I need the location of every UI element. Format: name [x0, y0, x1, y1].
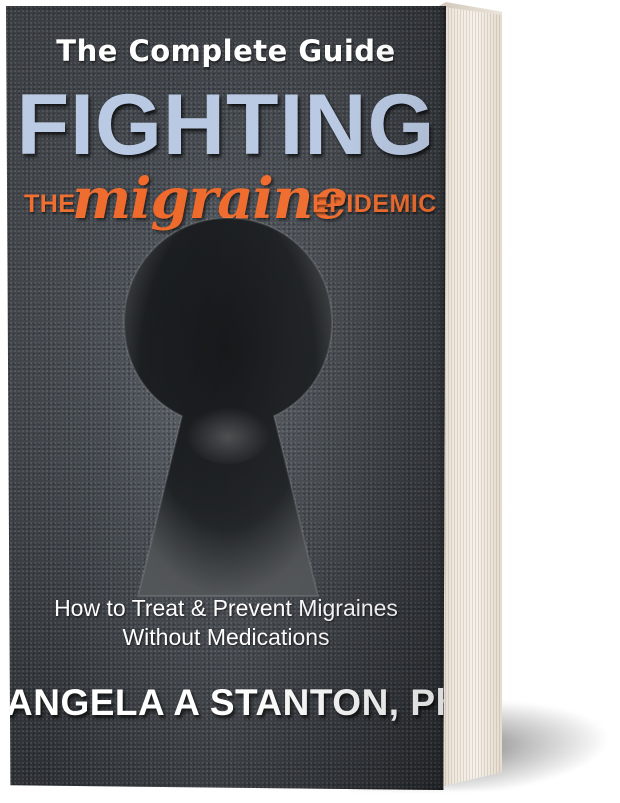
book-mockup: The Complete Guide FIGHTING THE migraine… [0, 0, 620, 803]
series-label: The Complete Guide [56, 34, 396, 68]
keyhole-icon [122, 216, 334, 597]
book-subtitle: How to Treat & Prevent Migraines Without… [6, 594, 446, 652]
author-name: ANGELA A STANTON, Ph.D [6, 682, 446, 723]
page-block-edge [436, 6, 502, 788]
title-suffix: EPIDEMIC [312, 190, 437, 218]
title-prefix: THE [24, 190, 76, 218]
book-cover: The Complete Guide FIGHTING THE migraine… [6, 6, 446, 790]
book-title-main: FIGHTING [16, 77, 436, 173]
subtitle-line-1: How to Treat & Prevent Migraines [54, 595, 398, 621]
subtitle-line-2: Without Medications [122, 624, 330, 650]
